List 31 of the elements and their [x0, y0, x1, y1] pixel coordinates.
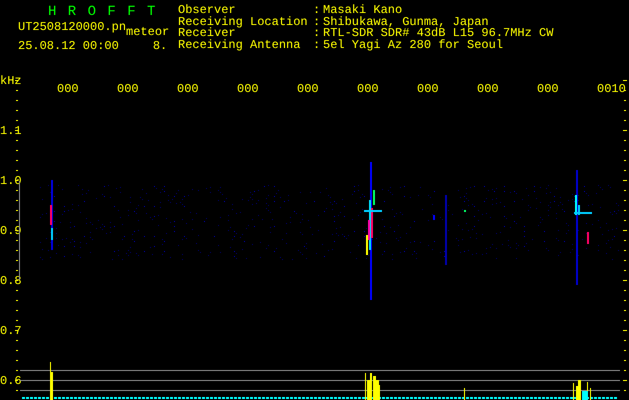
file-name: UT2508120000.pn [18, 20, 126, 36]
info-label: Receiver [178, 28, 236, 40]
unit-label: kHz [0, 74, 22, 88]
colon-separator: : [313, 5, 322, 16]
colon-separator: : [313, 16, 322, 28]
time-label: 000 [177, 82, 199, 96]
time-label: 000 [417, 82, 439, 96]
info-label: Observer [178, 5, 236, 16]
colon-separator: : [313, 40, 322, 51]
time-label: 000 [57, 82, 79, 96]
date-time: 25.08.12 00:00 [18, 39, 119, 53]
info-value: Shibukawa, Gunma, Japan [323, 16, 489, 28]
time-label: 0010 [597, 82, 626, 96]
frequency-label: 0.7 [0, 324, 22, 338]
info-label: Receiving Antenna [178, 40, 302, 51]
time-label: 000 [477, 82, 499, 96]
time-label: 000 [117, 82, 139, 96]
time-label: 000 [357, 82, 379, 96]
info-label: Receiving Location [178, 16, 309, 28]
time-label: 000 [237, 82, 259, 96]
frequency-label: 1.1 [0, 124, 22, 138]
info-value: RTL-SDR SDR# 43dB L15 96.7MHz CW [323, 28, 554, 40]
time-label: 000 [297, 82, 319, 96]
time-label: 000 [537, 82, 559, 96]
info-value: 5el Yagi Az 280 for Seoul [323, 40, 504, 51]
info-value: Masaki Kano [323, 5, 404, 16]
count-value: 8. [152, 39, 168, 53]
mode-label: meteor [126, 24, 170, 39]
frequency-label: 0.6 [0, 374, 22, 388]
app-title: H R O F F T [47, 4, 156, 20]
colon-separator: : [313, 28, 322, 40]
